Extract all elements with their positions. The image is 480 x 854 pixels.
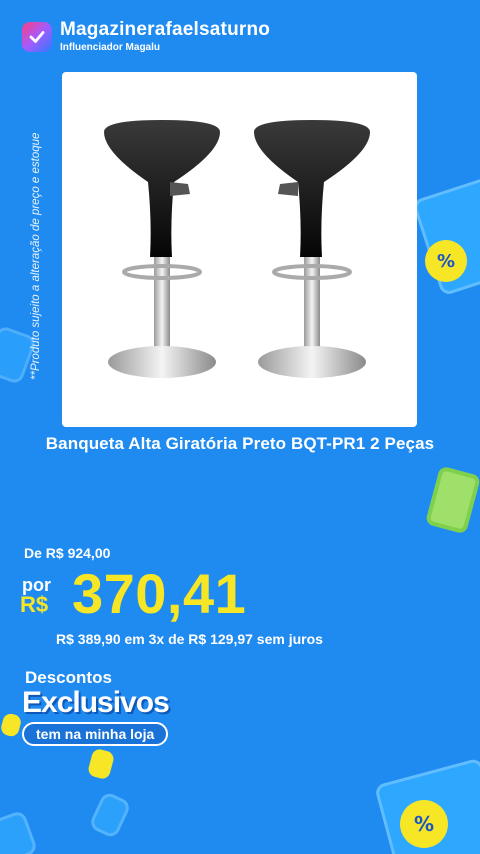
store-name: Magazinerafaelsaturno — [60, 19, 271, 40]
promo-block: Descontos Exclusivos tem na minha loja — [22, 668, 170, 746]
currency-symbol: R$ — [20, 592, 49, 617]
product-title: Banqueta Alta Giratória Preto BQT-PR1 2 … — [45, 434, 435, 453]
old-price: De R$ 924,00 — [24, 545, 111, 561]
installments-info: R$ 389,90 em 3x de R$ 129,97 sem juros — [56, 631, 323, 647]
product-image[interactable] — [62, 72, 417, 427]
por-label: por — [22, 575, 51, 595]
stock-disclaimer: **Produto sujeito a alteração de preço e… — [30, 132, 42, 380]
store-link-pill[interactable]: tem na minha loja — [22, 722, 169, 746]
stool-left — [104, 120, 220, 378]
promo-top-text: Descontos — [25, 668, 112, 687]
percent-coin-icon: % — [425, 240, 467, 282]
coupon-card-decoration — [86, 747, 116, 781]
verified-badge-icon — [22, 21, 52, 52]
current-price: 370,41 — [72, 562, 247, 625]
bar-stools-image — [104, 120, 370, 378]
coupon-card-decoration — [424, 465, 480, 535]
ticket-decoration — [87, 790, 133, 840]
store-header: Magazinerafaelsaturno Influenciador Maga… — [22, 20, 270, 53]
coupon-card-decoration — [0, 712, 23, 738]
ticket-decoration — [0, 809, 39, 854]
store-subtitle: Influenciador Magalu — [60, 42, 161, 53]
promo-main-text: Exclusivos — [22, 686, 170, 719]
store-info: Magazinerafaelsaturno Influenciador Maga… — [60, 19, 271, 54]
stool-right — [254, 120, 370, 378]
percent-coin-icon: % — [400, 800, 448, 848]
